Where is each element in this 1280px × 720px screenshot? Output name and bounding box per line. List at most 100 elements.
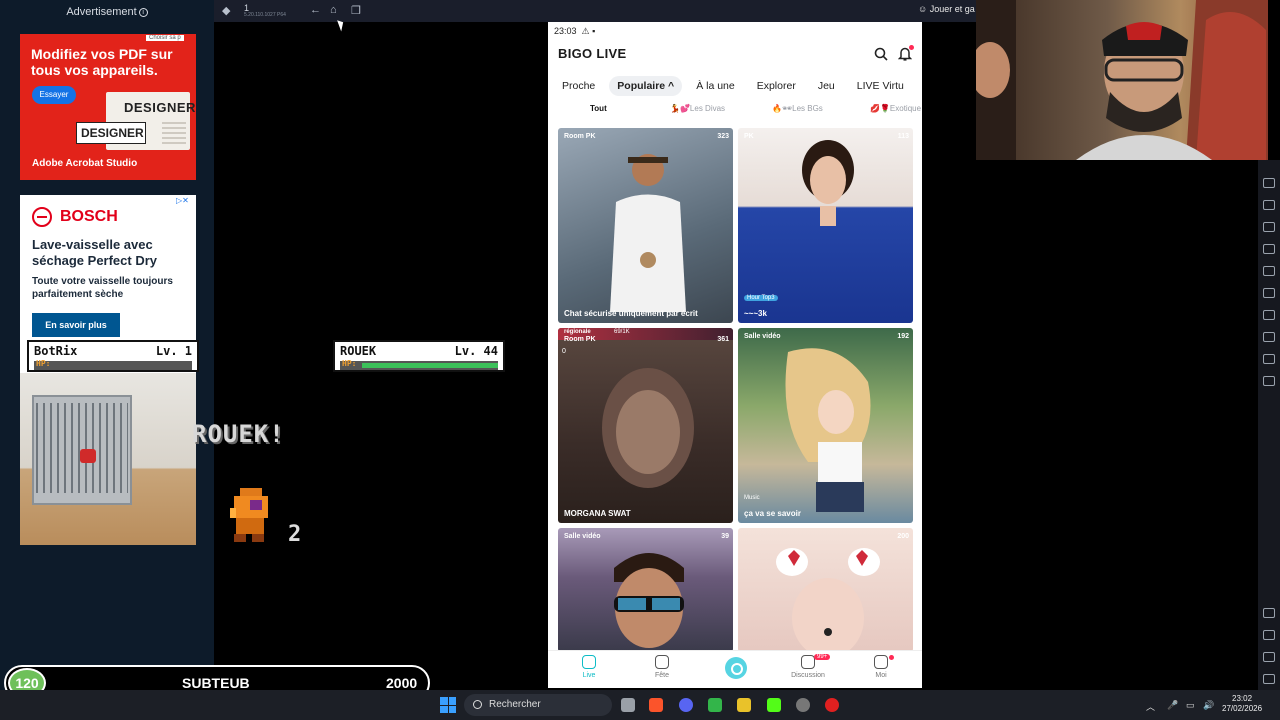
media-icon[interactable] [825,698,839,712]
clock-date: 27/02/2026 [1222,704,1263,713]
ad-choices-icon[interactable]: ▷✕ [176,196,189,205]
chat-icon [801,655,815,669]
info-icon[interactable]: i [138,8,148,17]
play-icon: ☺ [918,4,930,14]
speaker-icon[interactable]: 🔊 [1203,700,1214,711]
bosch-brand: BOSCH [60,208,118,225]
file-explorer-icon[interactable] [621,698,635,712]
card-tag: Room PK [564,133,596,140]
card-tag: Salle vidéo [744,333,781,340]
files-icon[interactable] [1263,354,1275,364]
subtab-exotique[interactable]: 💋🌹Exotique [870,104,921,113]
subtab-divas[interactable]: 💃💕Les Divas [670,104,725,113]
record-icon[interactable] [1263,244,1275,254]
designer-text-2: DESIGNER [81,126,144,140]
emulator-app-icon[interactable] [737,698,751,712]
live-card[interactable]: PK 113 Hour Top3 ~~~3k [738,128,913,323]
live-card[interactable]: régionale 69/1K Room PK 0 361 MORGANA SW… [558,328,733,523]
dishwasher-rack [36,403,128,493]
kick-icon[interactable] [767,698,781,712]
anime-figure [785,348,871,512]
adobe-brand: Adobe Acrobat Studio [32,158,138,169]
designer-text-1: DESIGNER [124,100,196,115]
screenshot-icon[interactable] [1263,222,1275,232]
recents-icon[interactable] [1263,674,1275,684]
enemy-hp-fill [362,363,498,368]
bosch-learn-more-button[interactable]: En savoir plus [32,313,120,337]
nav-moi[interactable]: Moi [858,655,904,679]
back-icon[interactable]: ← [310,4,321,16]
mic-icon[interactable]: 🎤 [1167,700,1178,711]
card-viewers: 323 [717,133,729,140]
card-caption: Chat sécurisé uniquement par écrit [564,309,698,318]
status-bar: 23:03 ⚠ ▪ [548,22,922,40]
streamer-figure [776,548,880,652]
streamer-figure [614,553,684,648]
brave-icon[interactable] [649,698,663,712]
player-hp-bar: HP: [34,359,192,370]
tab-live-virtuel[interactable]: LIVE Virtu [849,76,912,96]
tab-populaire[interactable]: Populaire ^ [609,76,683,96]
rotate-icon[interactable] [1263,310,1275,320]
home-icon[interactable] [1263,652,1275,662]
home-icon[interactable]: ⌂ [330,4,337,16]
live-card[interactable]: Room PK 323 Chat sécurisé uniquement par… [558,128,733,323]
settings-icon[interactable] [1263,608,1275,618]
designer-card-overlay: DESIGNER [76,122,146,144]
enemy-hp-bar: HP: [340,359,498,370]
card-caption: ~~~3k [744,309,767,318]
live-card[interactable]: Salle vidéo 39 [558,528,733,652]
tray-chevron-icon[interactable]: ︿ [1146,700,1155,713]
obs-icon[interactable] [796,698,810,712]
tab-a-la-une[interactable]: À la une [688,76,743,96]
live-card[interactable]: 200 [738,528,913,652]
shake-icon[interactable] [1263,288,1275,298]
bosch-headline: Lave-vaisselle avec séchage Perfect Dry [32,237,158,268]
card-viewers: 113 [897,133,909,140]
card-zero: 0 [562,348,566,355]
nav-fete[interactable]: Fête [639,655,685,679]
adobe-ad[interactable]: Choisir sa p Modifiez vos PDF sur tous v… [20,34,196,180]
taskbar-clock[interactable]: 23:02 27/02/2026 [1222,694,1262,714]
ad-choice-tag[interactable]: Choisir sa p [146,35,184,41]
card-viewers: 200 [897,533,909,540]
location-icon[interactable] [1263,266,1275,276]
profile-dot [889,655,894,660]
adobe-try-button[interactable]: Essayer [32,86,76,104]
game-message: ROUEK! [192,420,285,448]
app-icon[interactable]: ◆ [222,4,230,17]
streamer-figure [802,140,854,226]
go-live-button[interactable] [725,657,747,679]
player-name: BotRix [34,344,78,358]
pixel-sprite [230,488,268,542]
keyboard-icon[interactable] [1263,178,1275,188]
tab-explorer[interactable]: Explorer [749,76,804,96]
back-icon[interactable] [1263,630,1275,640]
dishwasher-image [20,373,196,545]
discord-icon[interactable] [679,698,693,712]
network-icon[interactable]: ▭ [1186,700,1195,711]
taskbar-search[interactable]: Rechercher [464,694,612,716]
red-cup [80,449,96,463]
bosch-logo-icon [32,207,52,227]
nav-live[interactable]: Live [566,655,612,679]
card-viewers: 39 [721,533,729,540]
clock-time: 23:02 [1232,694,1253,703]
windows-start-icon[interactable] [440,697,456,713]
tab-jeu[interactable]: Jeu [810,76,843,96]
volume-icon[interactable] [1263,332,1275,342]
tab-proche[interactable]: Proche [554,76,603,96]
card-caption: ça va se savoir [744,509,801,518]
search-icon[interactable] [874,47,888,61]
gamepad-icon[interactable] [1263,200,1275,210]
subtab-bgs[interactable]: 🔥🕶Les BGs [772,104,823,113]
apk-icon[interactable] [1263,376,1275,386]
card-pk-score: 69/1K [614,329,630,335]
live-card[interactable]: Salle vidéo 192 Music ça va se savoir [738,328,913,523]
spreadsheet-icon[interactable] [708,698,722,712]
card-region: régionale [564,329,591,335]
play-and-earn-button[interactable]: ☺ Jouer et ga [918,4,975,14]
subtab-tout[interactable]: Tout [590,104,607,113]
notification-dot [909,45,914,50]
window-icon[interactable]: ❐ [351,4,361,17]
